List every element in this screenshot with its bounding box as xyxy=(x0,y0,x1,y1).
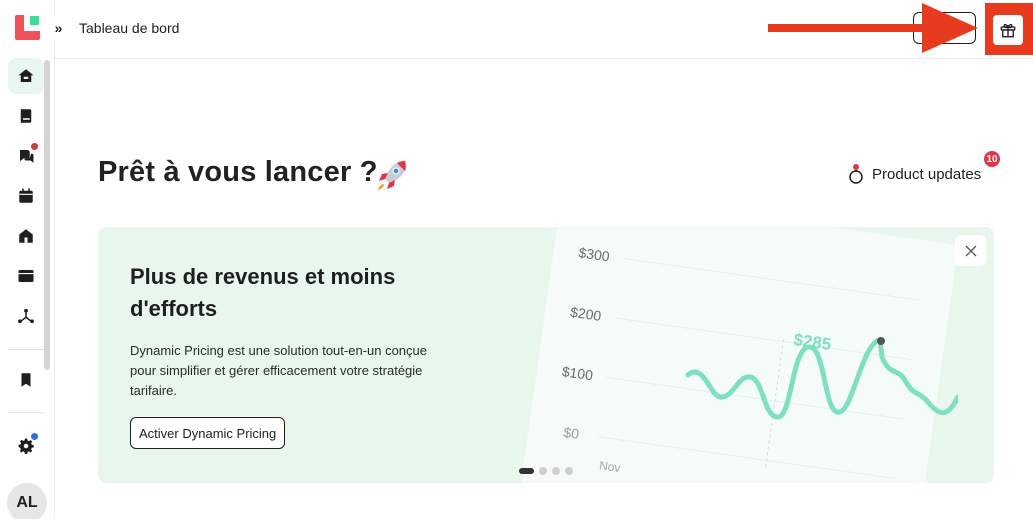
sidebar-item-messages[interactable] xyxy=(8,138,44,174)
rocket-icon xyxy=(378,161,406,190)
product-updates-link[interactable]: Product updates xyxy=(848,163,981,185)
sidebar-divider xyxy=(8,412,44,413)
chart-axis-label: Nov xyxy=(598,458,621,475)
sidebar-item-home[interactable] xyxy=(8,58,44,94)
sidebar-item-browser[interactable] xyxy=(8,258,44,294)
header-divider xyxy=(55,58,1033,59)
sidebar-item-bookings[interactable] xyxy=(8,98,44,134)
carousel-dot[interactable] xyxy=(565,467,573,475)
house-icon xyxy=(19,229,33,243)
app-logo[interactable] xyxy=(15,15,40,40)
banner-description: Dynamic Pricing est une solution tout-en… xyxy=(130,343,427,398)
network-icon xyxy=(18,308,34,324)
book-icon xyxy=(20,109,32,123)
sidebar-item-settings[interactable] xyxy=(8,428,44,464)
calendar-icon xyxy=(19,188,33,203)
sidebar-item-integrations[interactable] xyxy=(8,298,44,334)
banner-title: Plus de revenus et moins d'efforts xyxy=(130,264,396,321)
carousel-indicators xyxy=(519,467,573,475)
expand-sidebar-button[interactable]: » xyxy=(46,17,68,39)
carousel-dot[interactable] xyxy=(519,468,534,474)
carousel-dot[interactable] xyxy=(539,467,547,475)
gift-button-highlight[interactable] xyxy=(985,3,1033,55)
sidebar: AL xyxy=(0,0,55,519)
sidebar-divider xyxy=(8,349,44,350)
sidebar-item-calendar[interactable] xyxy=(8,178,44,214)
annotation-arrow xyxy=(768,24,928,32)
promo-banner: $300 $200 $100 $0 Nov $285 Plus de reven… xyxy=(98,227,994,483)
notification-dot xyxy=(31,433,38,440)
close-icon xyxy=(965,245,976,256)
bell-icon xyxy=(849,164,863,184)
carousel-dot[interactable] xyxy=(552,467,560,475)
avatar[interactable]: AL xyxy=(7,483,47,519)
gift-button[interactable] xyxy=(993,15,1023,45)
bookmark-icon xyxy=(21,373,31,387)
sidebar-scrollbar[interactable] xyxy=(44,60,50,370)
welcome-heading: Prêt à vous lancer ? xyxy=(98,156,378,188)
home-icon xyxy=(18,69,34,82)
gift-icon xyxy=(1000,23,1016,38)
sidebar-item-properties[interactable] xyxy=(8,218,44,254)
product-updates-label: Product updates xyxy=(872,165,982,183)
page-title: Tableau de bord xyxy=(79,20,180,36)
pricing-chart-illustration: $300 $200 $100 $0 Nov $285 xyxy=(521,227,958,483)
sidebar-item-bookmarks[interactable] xyxy=(8,362,44,398)
window-icon xyxy=(18,270,34,282)
notification-dot xyxy=(31,143,38,150)
close-banner-button[interactable] xyxy=(955,235,986,266)
activate-dynamic-pricing-button[interactable]: Activer Dynamic Pricing xyxy=(130,417,286,449)
updates-count-badge: 10 xyxy=(982,149,1002,169)
annotation-arrow-head xyxy=(922,3,978,53)
chart-tick-label: $0 xyxy=(562,424,580,442)
